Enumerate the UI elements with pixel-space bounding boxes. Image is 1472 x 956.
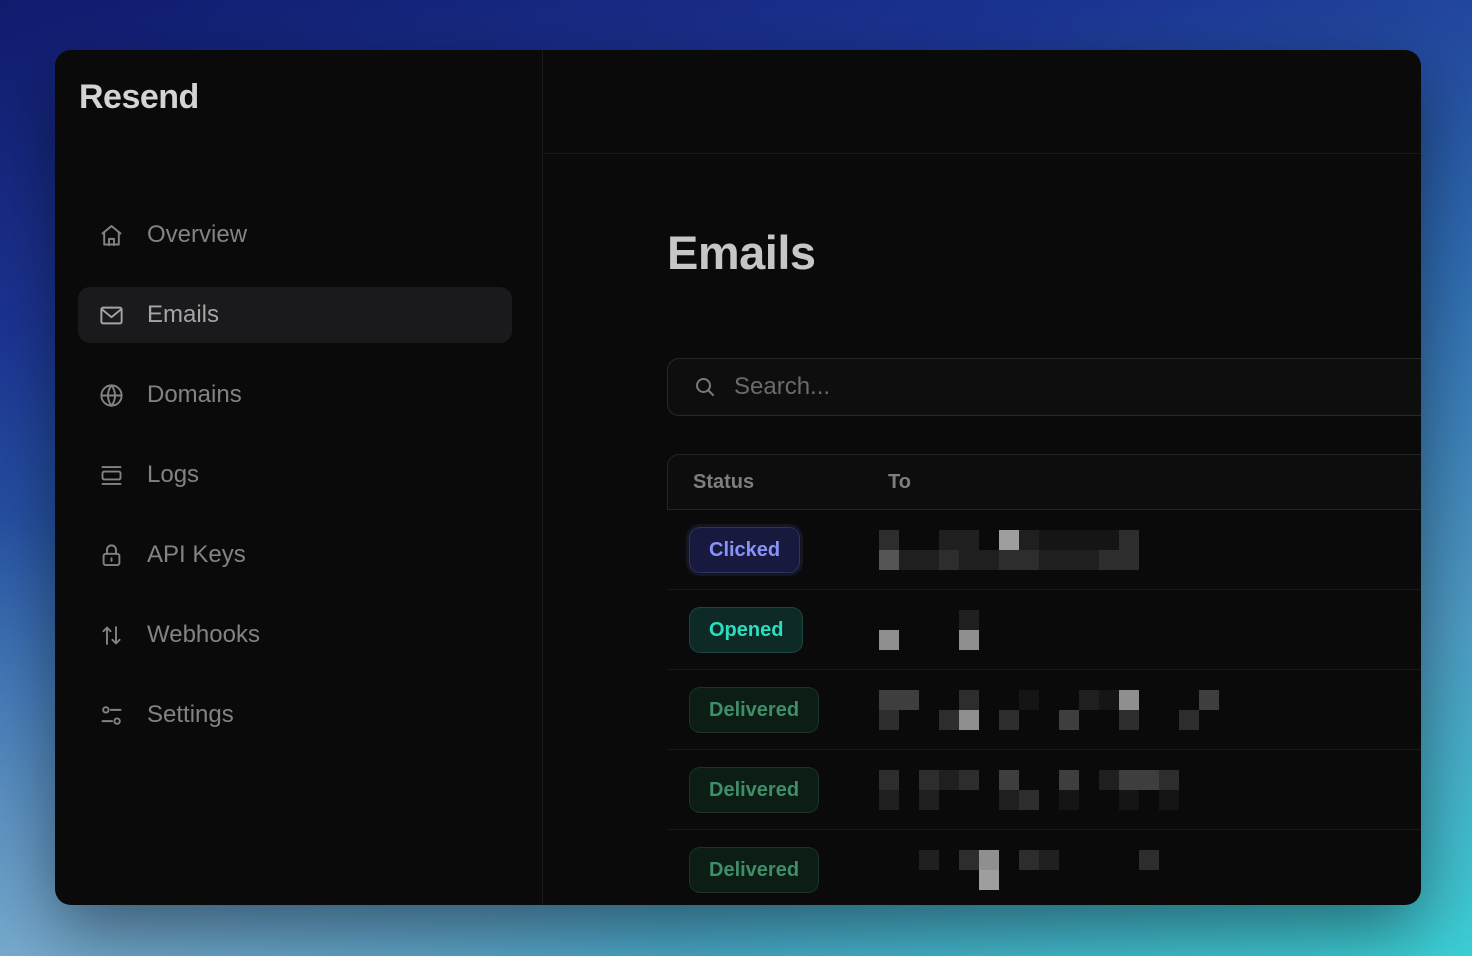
table-row[interactable]: Delivered bbox=[667, 670, 1421, 750]
resend-logo: Resend bbox=[78, 78, 512, 117]
redacted-email-address bbox=[879, 530, 1139, 570]
sidebar-item-label: Settings bbox=[147, 701, 234, 729]
home-icon bbox=[98, 222, 125, 249]
table-row[interactable]: Delivered bbox=[667, 830, 1421, 905]
sliders-icon bbox=[98, 702, 125, 729]
status-badge: Opened bbox=[690, 608, 802, 652]
app-window: Resend Overview Emails Domains Logs API Keys… bbox=[55, 50, 1421, 905]
table-row[interactable]: Delivered bbox=[667, 750, 1421, 830]
search-input[interactable] bbox=[734, 359, 1421, 415]
sidebar-item-overview[interactable]: Overview bbox=[78, 207, 512, 263]
page-title: Emails bbox=[667, 225, 1421, 280]
search-icon bbox=[693, 375, 717, 399]
main-area: Emails Status To Clicked Opened Delivered D… bbox=[543, 50, 1421, 905]
status-badge: Clicked bbox=[690, 528, 799, 572]
arrows-up-down-icon bbox=[98, 622, 125, 649]
desktop-background: { "app": { "logo_text": "Resend" }, "col… bbox=[0, 0, 1472, 956]
redacted-email-address bbox=[879, 850, 1159, 890]
sidebar-item-domains[interactable]: Domains bbox=[78, 367, 512, 423]
sidebar-item-webhooks[interactable]: Webhooks bbox=[78, 607, 512, 663]
redacted-email-address bbox=[879, 610, 979, 650]
sidebar-item-label: Emails bbox=[147, 301, 219, 329]
redacted-email-address bbox=[879, 690, 1239, 730]
globe-icon bbox=[98, 382, 125, 409]
main-header bbox=[543, 50, 1421, 154]
sidebar-item-settings[interactable]: Settings bbox=[78, 687, 512, 743]
table-body: Clicked Opened Delivered Delivered Delivered bbox=[667, 510, 1421, 905]
status-badge: Delivered bbox=[690, 768, 818, 812]
sidebar-nav: Overview Emails Domains Logs API Keys Webhook… bbox=[78, 207, 512, 743]
table-row[interactable]: Clicked bbox=[667, 510, 1421, 590]
search-box[interactable] bbox=[667, 358, 1421, 416]
status-badge: Delivered bbox=[690, 848, 818, 892]
sidebar-item-label: Domains bbox=[147, 381, 242, 409]
sidebar-item-label: Webhooks bbox=[147, 621, 260, 649]
column-header-to: To bbox=[888, 471, 911, 494]
mail-icon bbox=[98, 302, 125, 329]
sidebar-item-api-keys[interactable]: API Keys bbox=[78, 527, 512, 583]
column-header-status: Status bbox=[693, 471, 888, 494]
main-body: Emails Status To Clicked Opened Delivered D… bbox=[543, 154, 1421, 905]
sidebar: Resend Overview Emails Domains Logs API Keys… bbox=[55, 50, 543, 905]
lock-icon bbox=[98, 542, 125, 569]
redacted-email-address bbox=[879, 770, 1199, 810]
logs-icon bbox=[98, 462, 125, 489]
sidebar-item-emails[interactable]: Emails bbox=[78, 287, 512, 343]
table-header-row: Status To bbox=[667, 454, 1421, 510]
table-row[interactable]: Opened bbox=[667, 590, 1421, 670]
status-badge: Delivered bbox=[690, 688, 818, 732]
emails-table: Status To Clicked Opened Delivered Delivere… bbox=[667, 454, 1421, 905]
sidebar-item-label: Logs bbox=[147, 461, 199, 489]
sidebar-item-logs[interactable]: Logs bbox=[78, 447, 512, 503]
sidebar-item-label: API Keys bbox=[147, 541, 246, 569]
sidebar-item-label: Overview bbox=[147, 221, 247, 249]
